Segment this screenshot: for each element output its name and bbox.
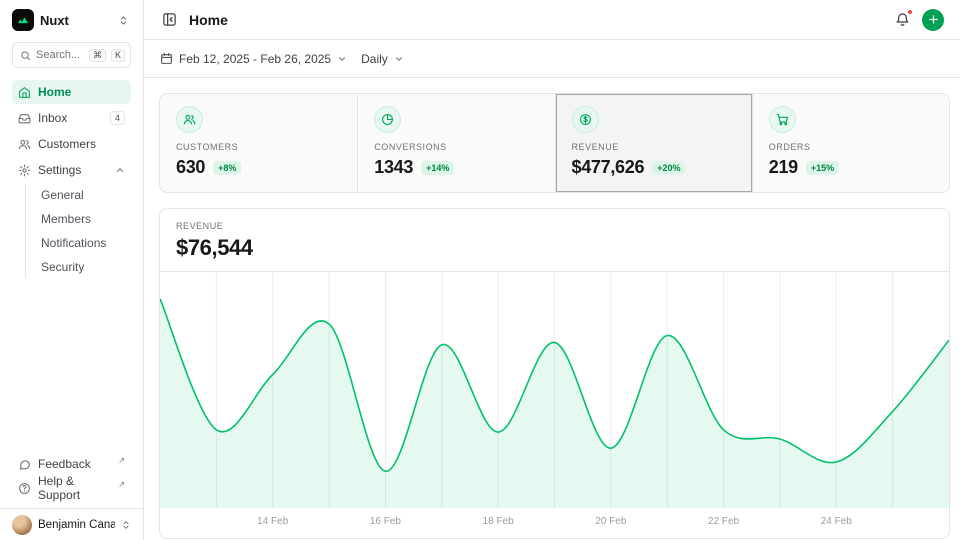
page-title: Home <box>189 12 883 28</box>
svg-text:22 Feb: 22 Feb <box>708 516 740 527</box>
revenue-chart-card: Revenue $76,544 14 Feb 16 Feb 18 Feb 20 Feb… <box>159 208 950 539</box>
users-icon <box>176 106 203 133</box>
sidebar-item-label: Members <box>41 212 125 226</box>
sidebar-item-label: Notifications <box>41 236 125 250</box>
sidebar-item-label: Customers <box>38 137 125 151</box>
sidebar-item-notifications[interactable]: Notifications <box>35 232 131 254</box>
chart-header: Revenue $76,544 <box>160 209 949 272</box>
sidebar-item-label: Home <box>38 85 125 99</box>
stat-card-customers[interactable]: Customers 630 +8% <box>160 94 357 192</box>
sidebar: Nuxt Search... ⌘ K Home Inbox 4 <box>0 0 144 540</box>
stats-row: Customers 630 +8% Conversions 1343 +14% <box>159 93 950 193</box>
stat-value: 219 <box>769 157 798 178</box>
feedback-link[interactable]: Feedback ↗ <box>12 452 131 476</box>
chart-title: Revenue <box>176 221 933 231</box>
calendar-icon <box>160 52 173 65</box>
add-button[interactable] <box>922 9 944 31</box>
stat-card-revenue[interactable]: Revenue $477,626 +20% <box>555 94 752 192</box>
granularity-select[interactable]: Daily <box>361 52 404 66</box>
cart-icon <box>769 106 796 133</box>
search-placeholder: Search... <box>36 49 84 61</box>
stat-value: 1343 <box>374 157 413 178</box>
gear-icon <box>18 164 31 177</box>
search-input[interactable]: Search... ⌘ K <box>12 42 131 68</box>
sidebar-item-settings[interactable]: Settings <box>12 158 131 182</box>
granularity-label: Daily <box>361 52 388 66</box>
chevron-down-icon <box>337 54 347 64</box>
dollar-circle-icon <box>572 106 599 133</box>
stat-value: $477,626 <box>572 157 645 178</box>
users-icon <box>18 138 31 151</box>
top-bar: Home <box>144 0 960 40</box>
sidebar-header: Nuxt <box>0 0 143 40</box>
revenue-chart-svg: 14 Feb 16 Feb 18 Feb 20 Feb 22 Feb 24 Feb <box>160 272 949 538</box>
help-support-label: Help & Support <box>38 474 114 502</box>
sidebar-item-label: Security <box>41 260 125 274</box>
app-root: Nuxt Search... ⌘ K Home Inbox 4 <box>0 0 960 540</box>
sidebar-item-members[interactable]: Members <box>35 208 131 230</box>
svg-text:16 Feb: 16 Feb <box>370 516 402 527</box>
user-name: Benjamin Canac <box>38 519 115 531</box>
chart-pie-icon <box>374 106 401 133</box>
nuxt-logo-icon <box>12 9 34 31</box>
sidebar-footer: Feedback ↗ Help & Support ↗ <box>0 446 143 508</box>
inbox-count-badge: 4 <box>110 111 125 125</box>
panel-left-icon <box>162 12 177 27</box>
svg-text:24 Feb: 24 Feb <box>821 516 853 527</box>
speech-bubble-icon <box>18 458 31 471</box>
sidebar-item-customers[interactable]: Customers <box>12 132 131 156</box>
sidebar-item-general[interactable]: General <box>35 184 131 206</box>
main-area: Home Feb 12, 2025 - Feb 26, 2025 Daily <box>144 0 960 540</box>
stat-delta-badge: +14% <box>421 161 454 175</box>
sidebar-collapse-icon[interactable] <box>116 13 131 28</box>
notifications-button[interactable] <box>893 10 912 29</box>
toolbar: Feb 12, 2025 - Feb 26, 2025 Daily <box>144 40 960 78</box>
stat-label: Orders <box>769 142 933 152</box>
kbd-cmd: ⌘ <box>89 49 106 62</box>
user-menu[interactable]: Benjamin Canac <box>0 508 143 540</box>
notification-dot <box>907 9 913 15</box>
svg-text:20 Feb: 20 Feb <box>595 516 627 527</box>
stat-label: Customers <box>176 142 341 152</box>
inbox-icon <box>18 112 31 125</box>
settings-submenu: General Members Notifications Security <box>25 184 131 278</box>
plus-icon <box>928 14 939 25</box>
help-circle-icon <box>18 482 31 495</box>
svg-text:14 Feb: 14 Feb <box>257 516 289 527</box>
content: Customers 630 +8% Conversions 1343 +14% <box>144 78 960 540</box>
sidebar-item-label: General <box>41 188 125 202</box>
stat-delta-badge: +8% <box>213 161 241 175</box>
sidebar-item-inbox[interactable]: Inbox 4 <box>12 106 131 130</box>
sidebar-item-label: Inbox <box>38 111 103 125</box>
chevron-up-icon <box>115 165 125 175</box>
selector-icon <box>121 520 131 530</box>
external-link-icon: ↗ <box>118 480 125 489</box>
help-support-link[interactable]: Help & Support ↗ <box>12 476 131 500</box>
chart-plot-area[interactable]: 14 Feb 16 Feb 18 Feb 20 Feb 22 Feb 24 Feb <box>160 272 949 538</box>
chevron-down-icon <box>394 54 404 64</box>
panel-toggle-button[interactable] <box>160 10 179 29</box>
date-range-label: Feb 12, 2025 - Feb 26, 2025 <box>179 52 331 66</box>
chart-current-value: $76,544 <box>176 235 933 261</box>
feedback-label: Feedback <box>38 457 114 471</box>
stat-label: Revenue <box>572 142 736 152</box>
sidebar-item-security[interactable]: Security <box>35 256 131 278</box>
sidebar-item-label: Settings <box>38 163 108 177</box>
stat-card-conversions[interactable]: Conversions 1343 +14% <box>357 94 554 192</box>
brand-name: Nuxt <box>40 13 110 28</box>
stat-card-orders[interactable]: Orders 219 +15% <box>752 94 949 192</box>
sidebar-item-home[interactable]: Home <box>12 80 131 104</box>
svg-text:18 Feb: 18 Feb <box>483 516 515 527</box>
sidebar-nav: Home Inbox 4 Customers Settings General <box>0 72 143 280</box>
kbd-k: K <box>111 49 125 62</box>
stat-delta-badge: +15% <box>806 161 839 175</box>
stat-value: 630 <box>176 157 205 178</box>
home-icon <box>18 86 31 99</box>
search-icon <box>20 50 31 61</box>
date-range-picker[interactable]: Feb 12, 2025 - Feb 26, 2025 <box>160 52 347 66</box>
avatar <box>12 515 32 535</box>
stat-delta-badge: +20% <box>652 161 685 175</box>
external-link-icon: ↗ <box>118 456 125 465</box>
stat-label: Conversions <box>374 142 538 152</box>
